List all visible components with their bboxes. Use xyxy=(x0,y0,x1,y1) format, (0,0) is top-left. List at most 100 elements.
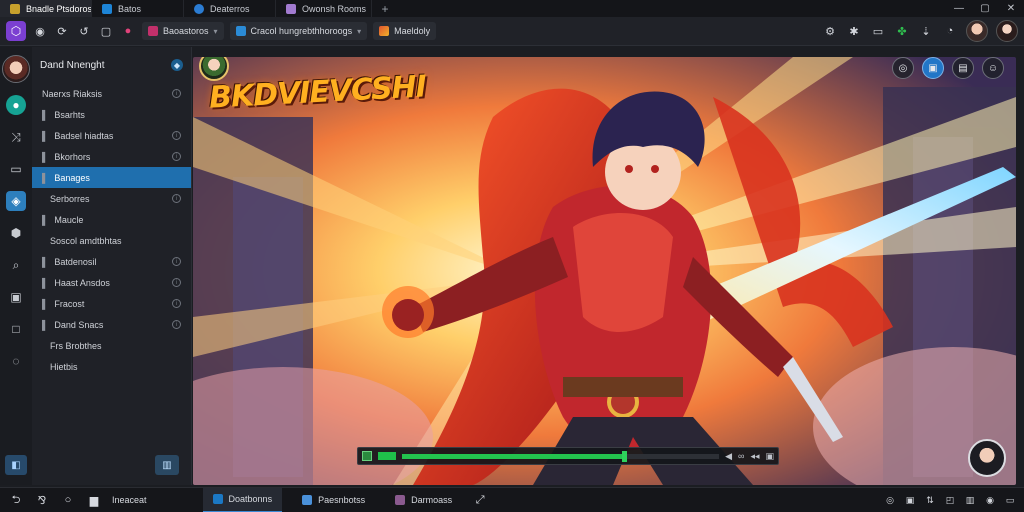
sidebar-item-label: Soscol amdtbhtas xyxy=(50,235,122,246)
profile-label: Maeldoly xyxy=(394,26,431,36)
image-viewer[interactable]: BKDVIEVCSHI ◎ ▣ ▤ ☺ ◀ ∞ ◂◂ ▣ xyxy=(193,57,1016,485)
maximize-icon[interactable]: ▢ xyxy=(972,0,998,17)
search-icon[interactable]: ⌕ xyxy=(6,255,26,275)
box-icon[interactable]: ▣ xyxy=(6,287,26,307)
taskbar-app-0[interactable]: Doatbonns xyxy=(202,487,283,512)
address-select[interactable]: Cracol hungrebthhoroogs ▾ xyxy=(229,22,368,40)
info-icon[interactable]: i xyxy=(172,89,181,98)
tab-0[interactable]: Bnadle Ptsdoros xyxy=(0,0,92,17)
taskbar: ⮌ ⅋ ○ ▆ Ineaceat Doatbonns Paesnbotss Da… xyxy=(0,487,1024,512)
close-window-icon[interactable]: ✕ xyxy=(998,0,1024,17)
sidebar-item-6[interactable]: ▌ Maucle xyxy=(32,209,191,230)
info-icon[interactable]: i xyxy=(172,278,181,287)
profile-select[interactable]: Maeldoly xyxy=(373,22,437,40)
user-avatar[interactable] xyxy=(2,55,30,83)
character-avatar[interactable] xyxy=(968,439,1006,477)
tab-2[interactable]: Deaterros xyxy=(184,0,276,17)
sidebar-item-4[interactable]: ▌ Banages xyxy=(32,167,191,188)
settings-icon[interactable]: ✱ xyxy=(846,23,862,39)
info-icon[interactable]: i xyxy=(172,257,181,266)
sidebar-item-7[interactable]: Soscol amdtbhtas xyxy=(32,230,191,251)
source-select[interactable]: Baoastoros ▾ xyxy=(142,22,224,40)
taskbar-app-2[interactable]: Darmoass xyxy=(385,488,462,512)
gallery-icon[interactable]: ◈ xyxy=(6,191,26,211)
panel-toggle-icon[interactable]: ▥ xyxy=(155,455,179,475)
sidebar-user-name: Dand Nnenght xyxy=(40,59,105,71)
chat-icon[interactable]: ◌ xyxy=(6,351,26,371)
new-tab-icon[interactable]: + xyxy=(372,0,398,17)
sidebar-item-11[interactable]: ▌ Dand Snacs i xyxy=(32,314,191,335)
home-icon[interactable]: ● xyxy=(6,95,26,115)
expand-icon[interactable]: ◧ xyxy=(5,455,27,475)
progress-track[interactable] xyxy=(402,450,720,462)
tab-3[interactable]: Owonsh Rooms ✕ xyxy=(276,0,372,17)
sidebar-item-0[interactable]: Naerxs Riaksis i xyxy=(32,83,191,104)
play-icon[interactable] xyxy=(362,451,372,461)
record-icon[interactable]: ◉ xyxy=(32,23,48,39)
share-icon[interactable]: ⅋ xyxy=(34,492,50,508)
tray-icon-2[interactable]: ⇅ xyxy=(924,494,936,506)
sidebar-item-9[interactable]: ▌ Haast Ansdos i xyxy=(32,272,191,293)
toolbar-right: ⚙ ✱ ▭ ✤ ⇣ ◔ xyxy=(822,20,1024,42)
tray-icon-1[interactable]: ▣ xyxy=(904,494,916,506)
sidebar-item-1[interactable]: ▌ Bsarhts xyxy=(32,104,191,125)
sidebar-item-12[interactable]: Frs Brobthes xyxy=(32,335,191,356)
tab-favicon xyxy=(102,3,112,14)
download-icon[interactable]: ⇣ xyxy=(918,23,934,39)
info-icon[interactable]: i xyxy=(172,152,181,161)
extension-icon[interactable]: ⚙ xyxy=(822,23,838,39)
refresh-icon[interactable]: ⟳ xyxy=(54,23,70,39)
tab-label: Deaterros xyxy=(210,3,250,14)
cast-icon[interactable]: ▭ xyxy=(870,23,886,39)
tray-icon-0[interactable]: ◎ xyxy=(884,494,896,506)
undo-icon[interactable]: ↺ xyxy=(76,23,92,39)
puzzle-icon[interactable]: ✤ xyxy=(894,23,910,39)
bullet-icon: ▌ xyxy=(42,298,49,309)
info-icon[interactable]: i xyxy=(172,131,181,140)
tray-icon-5[interactable]: ◉ xyxy=(984,494,996,506)
circle-icon[interactable]: ○ xyxy=(60,492,76,508)
media-controls: ◀ ∞ ◂◂ ▣ xyxy=(357,447,779,465)
sidebar-item-2[interactable]: ▌ Badsel hiadtas i xyxy=(32,125,191,146)
tray-icon-3[interactable]: ◰ xyxy=(944,494,956,506)
info-icon[interactable]: i xyxy=(172,194,181,203)
pin-icon[interactable]: ◆ xyxy=(171,59,183,71)
shuffle-icon[interactable]: ⤨ xyxy=(6,127,26,147)
sidebar-item-5[interactable]: Serborres i xyxy=(32,188,191,209)
square-icon[interactable]: □ xyxy=(6,319,26,339)
sidebar-item-8[interactable]: ▌ Batdenosil i xyxy=(32,251,191,272)
back-icon[interactable]: ⮌ xyxy=(8,492,24,508)
bullet-icon: ▌ xyxy=(42,256,49,267)
profile-avatar[interactable] xyxy=(966,20,988,42)
tray-icon-6[interactable]: ▭ xyxy=(1004,494,1016,506)
sidebar-item-13[interactable]: Hietbis xyxy=(32,356,191,377)
cube-icon[interactable]: ⬢ xyxy=(6,223,26,243)
window-icon[interactable]: ▭ xyxy=(6,159,26,179)
taskbar-app-1[interactable]: Paesnbotss xyxy=(292,488,375,512)
fullscreen-icon[interactable]: ▣ xyxy=(765,451,774,462)
grid-icon[interactable]: ▤ xyxy=(952,57,974,79)
sidebar-item-10[interactable]: ▌ Fracost i xyxy=(32,293,191,314)
chain-icon[interactable]: ∞ xyxy=(738,451,744,461)
system-tray: ◎ ▣ ⇅ ◰ ▥ ◉ ▭ xyxy=(884,494,1024,506)
app-window: Bnadle Ptsdoros Batos Deaterros Owonsh R… xyxy=(0,0,1024,512)
minimize-icon[interactable]: — xyxy=(946,0,972,17)
gallery-icon[interactable]: ▣ xyxy=(922,57,944,79)
arrows-icon[interactable]: ⤢ xyxy=(472,492,488,508)
app-logo-icon[interactable]: ⬡ xyxy=(6,21,26,41)
sidebar-item-3[interactable]: ▌ Bkorhors i xyxy=(32,146,191,167)
progress-handle[interactable] xyxy=(621,450,627,462)
tab-1[interactable]: Batos xyxy=(92,0,184,17)
square-icon[interactable]: ▢ xyxy=(98,23,114,39)
tray-icon-4[interactable]: ▥ xyxy=(964,494,976,506)
folder-icon[interactable]: ▆ xyxy=(86,492,102,508)
info-icon[interactable]: i xyxy=(172,320,181,329)
dot-icon[interactable]: ● xyxy=(120,23,136,39)
history-icon[interactable]: ◔ xyxy=(942,23,958,39)
character-icon[interactable]: ☺ xyxy=(982,57,1004,79)
volume-icon[interactable]: ◀ xyxy=(725,451,732,462)
secondary-avatar[interactable] xyxy=(996,20,1018,42)
info-icon[interactable]: i xyxy=(172,299,181,308)
speed-icon[interactable]: ◂◂ xyxy=(750,451,759,462)
info-icon[interactable]: ◎ xyxy=(892,57,914,79)
